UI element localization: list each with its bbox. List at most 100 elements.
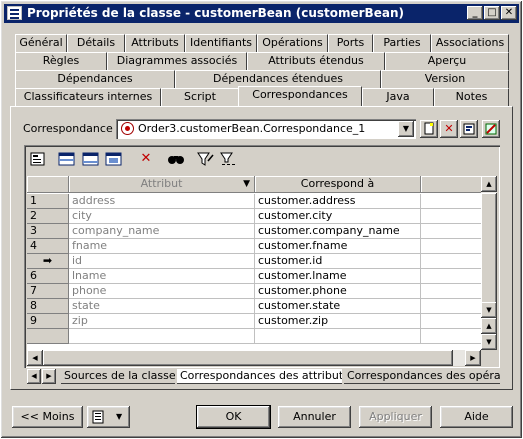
tab-rules[interactable]: Règles — [15, 52, 107, 70]
attribute-cell[interactable]: zip — [69, 314, 255, 329]
attribute-cell[interactable]: id — [69, 254, 255, 269]
tab-attributes[interactable]: Attributs — [125, 34, 185, 52]
tab-operations[interactable]: Opérations — [257, 34, 328, 52]
row-number[interactable]: 9 — [27, 314, 69, 329]
maps-to-cell[interactable]: customer.company_name — [255, 224, 421, 239]
attribute-cell[interactable]: phone — [69, 284, 255, 299]
add-objects-icon[interactable] — [105, 151, 123, 167]
insert-row-icon[interactable] — [82, 151, 100, 167]
table-row[interactable]: 6 lname customer.lname — [27, 269, 481, 284]
filter-icon[interactable] — [197, 151, 215, 167]
maps-to-cell[interactable]: customer.fname — [255, 239, 421, 254]
minimize-button[interactable]: _ — [467, 6, 483, 20]
maps-to-cell[interactable]: customer.zip — [255, 314, 421, 329]
table-row-empty[interactable] — [27, 329, 481, 344]
table-row[interactable]: 7 phone customer.phone — [27, 284, 481, 299]
mapping-properties-button[interactable] — [460, 120, 478, 138]
help-button[interactable]: Aide — [440, 406, 513, 428]
attribute-cell[interactable] — [69, 329, 255, 344]
maps-to-cell[interactable] — [255, 329, 421, 344]
tab-preview[interactable]: Aperçu — [385, 52, 509, 70]
menu-button[interactable]: ▼ — [87, 406, 130, 428]
tab-general[interactable]: Général — [15, 34, 67, 52]
mapping-select[interactable]: Order3.customerBean.Correspondance_1 ▼ — [116, 119, 416, 139]
less-button[interactable]: << Moins — [12, 406, 83, 428]
tab-version[interactable]: Version — [381, 70, 509, 88]
scroll-right-icon[interactable]: ▶ — [465, 350, 481, 366]
table-row[interactable]: 8 state customer.state — [27, 299, 481, 314]
vertical-scrollbar[interactable]: ▲ ▼ ▲ ▼ — [481, 176, 497, 350]
delete-icon[interactable]: ✕ — [137, 151, 155, 167]
row-number[interactable]: 1 — [27, 194, 69, 209]
row-number[interactable]: 8 — [27, 299, 69, 314]
tab-inner-classifiers[interactable]: Classificateurs internes — [15, 88, 161, 106]
apply-button[interactable]: Appliquer — [359, 406, 432, 428]
horizontal-scroll-thumb[interactable] — [43, 350, 453, 366]
row-number-empty[interactable] — [27, 329, 69, 344]
table-row[interactable]: 1 address customer.address — [27, 194, 481, 209]
maps-to-cell[interactable]: customer.city — [255, 209, 421, 224]
sheet-prev-icon[interactable]: ◀ — [27, 369, 41, 384]
sheet-next-icon[interactable]: ▶ — [42, 369, 56, 384]
row-number[interactable]: 6 — [27, 269, 69, 284]
maximize-button[interactable]: □ — [484, 6, 500, 20]
tab-associations[interactable]: Associations — [431, 34, 509, 52]
table-row[interactable]: 3 company_name customer.company_name — [27, 224, 481, 239]
column-header-maps-to[interactable]: Correspond à — [255, 176, 421, 193]
row-number[interactable]: 4 — [27, 239, 69, 254]
tab-associated-diagrams[interactable]: Diagrammes associés — [107, 52, 247, 70]
scroll-up-icon[interactable]: ▲ — [481, 176, 497, 192]
table-row[interactable]: 2 city customer.city — [27, 209, 481, 224]
attribute-cell[interactable]: state — [69, 299, 255, 314]
maps-to-cell[interactable]: customer.address — [255, 194, 421, 209]
table-row[interactable]: 9 zip customer.zip — [27, 314, 481, 329]
row-number[interactable]: 3 — [27, 224, 69, 239]
sheet-tab-attribute-mappings[interactable]: Correspondances des attributs — [177, 369, 342, 384]
mapping-table[interactable]: Attribut ▼ Correspond à 1 address custom… — [27, 176, 481, 350]
tab-notes[interactable]: Notes — [434, 88, 509, 106]
attribute-cell[interactable]: city — [69, 209, 255, 224]
new-mapping-button[interactable] — [420, 120, 438, 138]
tab-dependencies[interactable]: Dépendances — [15, 70, 175, 88]
sheet-tab-operation-mappings[interactable]: Correspondances des opération — [344, 369, 500, 384]
maps-to-cell[interactable]: customer.id — [255, 254, 421, 269]
title-bar[interactable]: Propriétés de la classe - customerBean (… — [4, 4, 519, 23]
tab-extended-attributes[interactable]: Attributs étendus — [247, 52, 385, 70]
scroll-page-down-icon[interactable]: ▼ — [481, 334, 497, 350]
find-icon[interactable] — [167, 151, 185, 167]
attribute-cell[interactable]: company_name — [69, 224, 255, 239]
row-number[interactable]: 7 — [27, 284, 69, 299]
tab-details[interactable]: Détails — [67, 34, 125, 52]
table-row-current[interactable]: ➡ id customer.id — [27, 254, 481, 269]
attribute-cell[interactable]: address — [69, 194, 255, 209]
scroll-thumb[interactable] — [481, 193, 497, 305]
maps-to-cell[interactable]: customer.phone — [255, 284, 421, 299]
filter-settings-icon[interactable] — [220, 151, 238, 167]
maps-to-cell[interactable]: customer.state — [255, 299, 421, 314]
add-row-icon[interactable] — [58, 151, 76, 167]
delete-mapping-button[interactable]: ✕ — [440, 120, 458, 138]
column-header-attribute[interactable]: Attribut ▼ — [69, 176, 255, 193]
tab-identifiers[interactable]: Identifiants — [185, 34, 257, 52]
maps-to-cell[interactable]: customer.lname — [255, 269, 421, 284]
sheet-tab-class-sources[interactable]: Sources de la classe — [61, 369, 175, 384]
properties-icon[interactable] — [29, 151, 47, 167]
tab-parts[interactable]: Parties — [373, 34, 431, 52]
attribute-cell[interactable]: fname — [69, 239, 255, 254]
tab-ports[interactable]: Ports — [328, 34, 373, 52]
horizontal-scrollbar[interactable]: ◀ ▶ — [27, 350, 481, 366]
ok-button[interactable]: OK — [196, 405, 271, 429]
cancel-button[interactable]: Annuler — [278, 406, 351, 428]
close-button[interactable]: ✕ — [501, 6, 517, 20]
table-row[interactable]: 4 fname customer.fname — [27, 239, 481, 254]
scroll-left-icon[interactable]: ◀ — [27, 350, 43, 366]
tab-mappings[interactable]: Correspondances — [238, 86, 362, 106]
current-row-arrow-icon[interactable]: ➡ — [27, 254, 69, 269]
chevron-down-icon[interactable]: ▼ — [398, 121, 414, 137]
scroll-page-up-icon[interactable]: ▲ — [481, 318, 497, 334]
mapping-wizard-button[interactable] — [482, 120, 500, 138]
scroll-down-icon[interactable]: ▼ — [481, 302, 497, 318]
tab-java[interactable]: Java — [362, 88, 434, 106]
attribute-cell[interactable]: lname — [69, 269, 255, 284]
tab-script[interactable]: Script — [161, 88, 239, 106]
